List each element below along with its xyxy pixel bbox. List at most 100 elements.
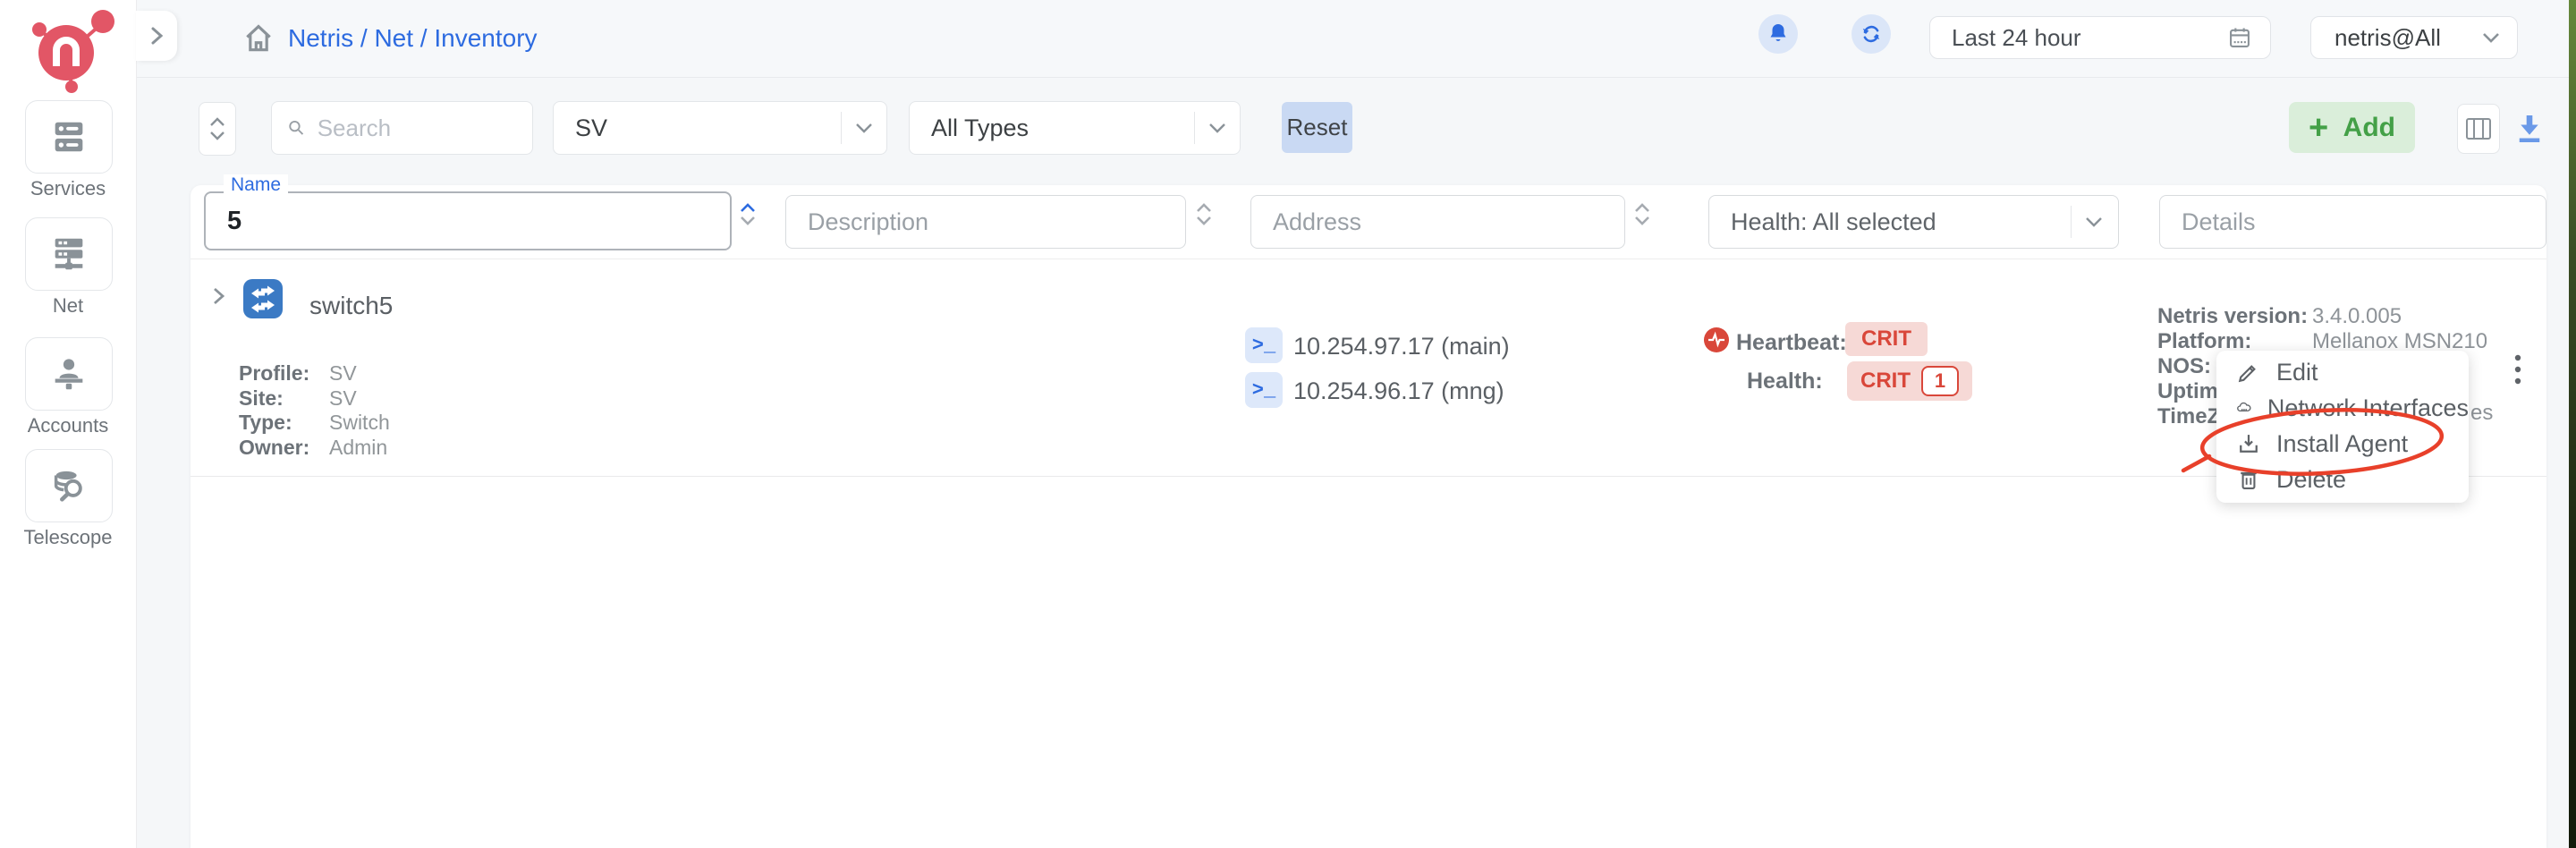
search-icon <box>286 116 307 140</box>
add-button-label: Add <box>2343 113 2395 143</box>
netris-logo <box>11 2 122 95</box>
sort-up-icon <box>1195 202 1213 213</box>
health-count: 1 <box>1921 366 1959 396</box>
details-filter-field <box>2159 195 2546 249</box>
address-filter-field <box>1250 195 1625 249</box>
inventory-table-card <box>191 185 2546 848</box>
detail-label: Netris version: <box>2157 304 2308 329</box>
details-filter-input[interactable] <box>2160 208 2546 236</box>
health-status-text: CRIT <box>1860 369 1911 394</box>
row-divider <box>191 476 2546 477</box>
health-filter-value: Health: All selected <box>1731 208 1936 236</box>
sidebar-label-telescope: Telescope <box>0 526 136 549</box>
telescope-icon <box>48 465 89 506</box>
sidebar-expand-button[interactable] <box>136 11 177 61</box>
select-divider <box>2071 206 2072 238</box>
search-box <box>271 101 533 155</box>
sort-name-button[interactable] <box>739 202 757 226</box>
download-icon <box>2513 111 2546 147</box>
sidebar-item-services[interactable] <box>25 100 113 174</box>
name-column-label: Name <box>224 174 288 196</box>
health-filter-select[interactable]: Health: All selected <box>1708 195 2119 249</box>
site-filter-value: SV <box>575 114 607 142</box>
chevron-down-icon <box>2084 216 2104 228</box>
calendar-icon <box>2227 25 2252 50</box>
chevron-down-icon <box>2481 31 2501 44</box>
chevron-right-icon <box>209 284 227 308</box>
health-label: Health: <box>1747 369 1823 394</box>
sidebar-item-accounts[interactable] <box>25 337 113 411</box>
chevron-down-icon <box>854 122 874 134</box>
chevron-down-icon <box>1208 122 1227 134</box>
row-context-menu: Edit Network Interfaces Install Agent <box>2216 351 2469 503</box>
home-icon[interactable] <box>242 21 275 55</box>
notifications-button[interactable] <box>1758 14 1798 54</box>
kebab-icon <box>2513 352 2522 388</box>
address-main: 10.254.97.17 (main) <box>1293 333 1510 360</box>
detail-value-fragment: es <box>2470 401 2493 426</box>
search-input[interactable] <box>307 114 532 142</box>
sort-down-icon <box>739 216 757 226</box>
sidebar-label-accounts: Accounts <box>0 414 136 437</box>
menu-item-install-agent[interactable]: Install Agent <box>2216 426 2469 462</box>
chevron-up-icon <box>209 117 225 127</box>
refresh-icon <box>1860 22 1883 46</box>
info-value: Admin <box>329 436 387 460</box>
reset-button[interactable]: Reset <box>1282 102 1352 153</box>
info-value: SV <box>329 361 357 386</box>
detail-label: Uptim <box>2157 379 2218 404</box>
device-name[interactable]: switch5 <box>309 292 393 320</box>
chevron-down-icon <box>209 131 225 140</box>
sort-up-icon <box>739 202 757 213</box>
screen-edge-strip <box>2569 0 2576 848</box>
row-expand-button[interactable] <box>209 284 227 312</box>
site-filter-select[interactable]: SV <box>553 101 887 155</box>
menu-item-delete[interactable]: Delete <box>2216 462 2469 497</box>
menu-item-network-interfaces[interactable]: Network Interfaces <box>2216 390 2469 426</box>
bell-icon <box>1767 22 1789 46</box>
row-actions-button[interactable] <box>2504 349 2531 396</box>
plus-icon: + <box>2309 111 2328 145</box>
add-button[interactable]: + Add <box>2289 102 2415 153</box>
description-filter-input[interactable] <box>786 208 1185 236</box>
health-status-badge[interactable]: CRIT 1 <box>1847 361 1972 401</box>
sort-description-button[interactable] <box>1195 202 1213 226</box>
heartbeat-icon <box>1704 327 1729 352</box>
type-filter-select[interactable]: All Types <box>909 101 1241 155</box>
select-divider <box>841 112 842 144</box>
interfaces-icon <box>2236 395 2252 420</box>
detail-value: 3.4.0.005 <box>2312 304 2402 329</box>
services-icon <box>48 116 89 157</box>
sort-down-icon <box>1195 216 1213 226</box>
menu-item-edit[interactable]: Edit <box>2216 354 2469 390</box>
detail-label: TimeZ <box>2157 404 2220 429</box>
terminal-icon[interactable]: >_ <box>1245 327 1283 363</box>
net-icon <box>48 233 89 275</box>
address-filter-input[interactable] <box>1251 208 1624 236</box>
columns-icon <box>2465 117 2492 140</box>
detail-label: NOS: <box>2157 354 2211 379</box>
expand-rows-button[interactable] <box>199 102 236 156</box>
info-label: Site: <box>239 386 284 411</box>
sort-address-button[interactable] <box>1633 202 1651 226</box>
description-filter-field <box>785 195 1186 249</box>
time-range-picker[interactable]: Last 24 hour <box>1929 16 2271 59</box>
name-filter-input[interactable] <box>206 207 730 236</box>
accounts-icon <box>48 353 89 394</box>
info-value: SV <box>329 386 357 411</box>
export-button[interactable] <box>2510 106 2549 152</box>
sidebar-item-net[interactable] <box>25 217 113 291</box>
refresh-button[interactable] <box>1852 14 1891 54</box>
heartbeat-label: Heartbeat: <box>1736 330 1847 356</box>
columns-button[interactable] <box>2457 104 2500 154</box>
tenant-select[interactable]: netris@All <box>2310 16 2518 59</box>
address-mng: 10.254.96.17 (mng) <box>1293 377 1504 405</box>
info-label: Owner: <box>239 436 309 460</box>
sidebar-label-net: Net <box>0 294 136 318</box>
inventory-page: Services Net Accounts Telescope <box>0 0 2576 848</box>
select-divider <box>1194 112 1195 144</box>
sidebar-item-telescope[interactable] <box>25 449 113 522</box>
breadcrumb[interactable]: Netris / Net / Inventory <box>288 0 538 77</box>
sidebar-label-services: Services <box>0 177 136 200</box>
terminal-icon[interactable]: >_ <box>1245 372 1283 408</box>
